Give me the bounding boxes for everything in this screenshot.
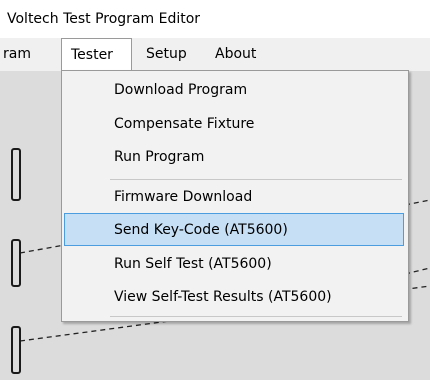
menu-item-run-self-test[interactable]: Run Self Test (AT5600)	[62, 248, 408, 281]
menu-tester[interactable]: Tester	[61, 38, 132, 71]
menu-item-download-program[interactable]: Download Program	[62, 74, 408, 107]
menu-program[interactable]: ram	[3, 38, 31, 71]
menu-separator	[110, 179, 402, 180]
tester-dropdown-menu: Download Program Compensate Fixture Run …	[61, 70, 409, 322]
menu-item-compensate-fixture[interactable]: Compensate Fixture	[62, 108, 408, 141]
menu-item-run-program[interactable]: Run Program	[62, 141, 408, 174]
component-block[interactable]	[11, 326, 21, 374]
menu-bar: ram Tester Setup About	[0, 38, 430, 71]
title-bar: Voltech Test Program Editor	[0, 0, 430, 38]
menu-item-view-self-test-results[interactable]: View Self-Test Results (AT5600)	[62, 281, 408, 314]
menu-item-send-key-code[interactable]: Send Key-Code (AT5600)	[64, 213, 404, 246]
menu-setup[interactable]: Setup	[146, 38, 187, 71]
component-block[interactable]	[11, 148, 21, 201]
menu-item-firmware-download[interactable]: Firmware Download	[62, 181, 408, 214]
menu-separator	[110, 316, 402, 317]
menu-about[interactable]: About	[215, 38, 256, 71]
window-title: Voltech Test Program Editor	[7, 11, 201, 27]
component-block[interactable]	[11, 239, 21, 287]
